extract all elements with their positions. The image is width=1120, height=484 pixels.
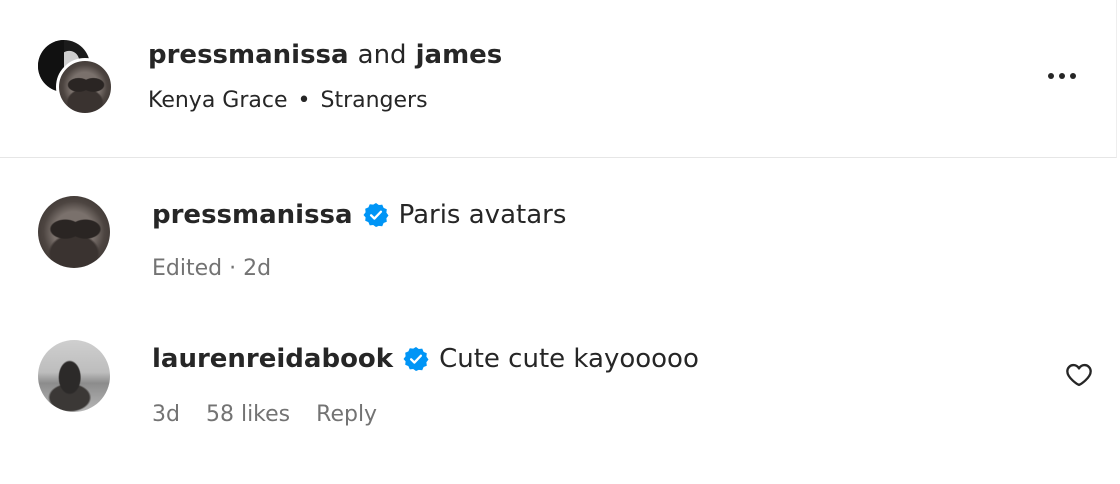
author-link-primary[interactable]: pressmanissa: [148, 40, 349, 70]
authors-joiner: and: [357, 40, 407, 70]
avatar-pressmanissa: [56, 58, 114, 116]
audio-artist-link[interactable]: Kenya Grace: [148, 88, 288, 113]
verified-badge-icon: [363, 202, 389, 228]
comment-text: Paris avatars: [398, 200, 567, 230]
comment-meta: Edited · 2d: [152, 256, 272, 281]
comment-username[interactable]: laurenreidabook: [152, 344, 393, 374]
post-header: pressmanissa and james Kenya Grace • Stran…: [0, 0, 1117, 158]
more-horizontal-icon: [1048, 73, 1076, 79]
audio-separator: •: [297, 88, 311, 113]
comments-panel: pressmanissa and james Kenya Grace • Stran…: [0, 0, 1120, 484]
author-link-secondary[interactable]: james: [416, 40, 503, 70]
avatar[interactable]: [38, 340, 110, 412]
comment-time[interactable]: 3d: [152, 402, 180, 427]
heart-outline-icon: [1066, 363, 1092, 387]
audio-song-link[interactable]: Strangers: [321, 88, 428, 113]
verified-badge-icon: [403, 346, 429, 372]
comment-username[interactable]: pressmanissa: [152, 200, 353, 230]
comment-meta: 3d 58 likes Reply: [152, 402, 377, 427]
audio-attribution: Kenya Grace • Strangers: [148, 88, 428, 113]
more-options-button[interactable]: [1040, 62, 1084, 90]
comment-line: pressmanissa Paris avatars: [152, 200, 566, 230]
comment-line: laurenreidabook Cute cute kayooooo: [152, 344, 699, 374]
comment-text: Cute cute kayooooo: [439, 344, 699, 374]
reply-button[interactable]: Reply: [316, 402, 377, 427]
comment-likes-link[interactable]: 58 likes: [206, 402, 290, 427]
like-comment-button[interactable]: [1064, 361, 1094, 389]
collab-avatar-stack[interactable]: [38, 40, 118, 118]
post-authors: pressmanissa and james: [148, 40, 502, 70]
avatar[interactable]: [38, 196, 110, 268]
